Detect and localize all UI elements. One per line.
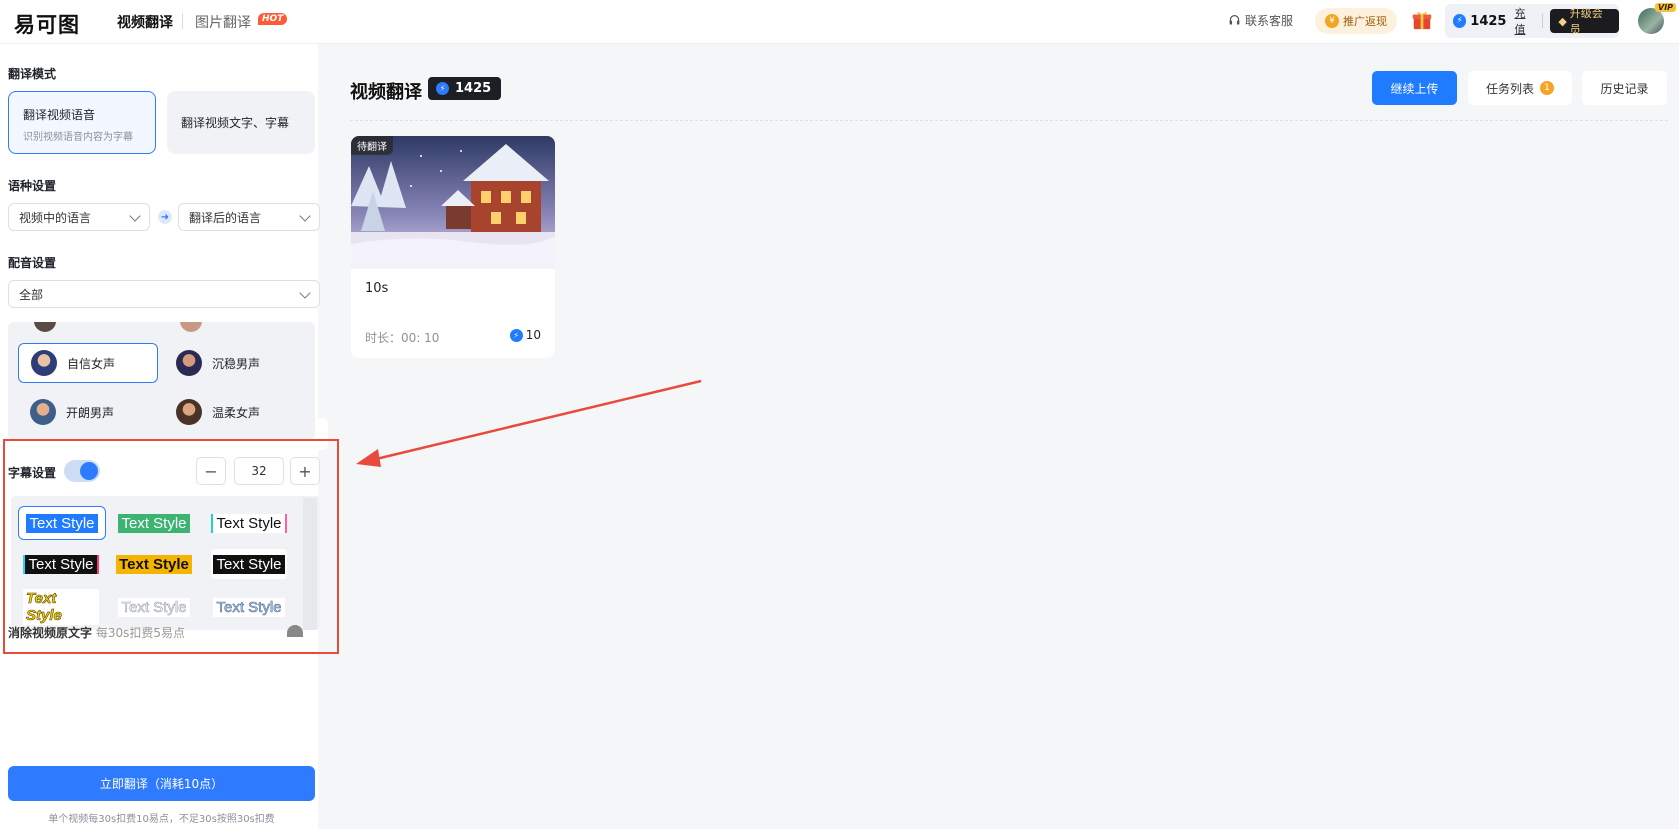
points-value: 1425 <box>1470 13 1507 29</box>
promo-button[interactable]: ¥ 推广返现 <box>1315 8 1397 34</box>
video-cost-value: 10 <box>525 328 541 342</box>
annotation-highlight-box <box>3 439 339 654</box>
voice-name: 沉稳男声 <box>212 356 261 371</box>
nav-video-translate[interactable]: 视频翻译 <box>117 12 173 32</box>
lightning-icon: ⚡ <box>1453 14 1467 28</box>
dubbing-section-title: 配音设置 <box>8 256 57 270</box>
billing-note: 单个视频每30s扣费10易点，不足30s按照30s扣费 <box>48 814 275 825</box>
voice-avatar <box>176 350 202 376</box>
diamond-icon: ◆ <box>1558 14 1567 28</box>
voice-name: 开朗男声 <box>66 405 115 420</box>
translate-now-button[interactable]: 立即翻译（消耗10点） <box>8 766 315 801</box>
mode-title: 翻译视频语音 <box>23 108 96 122</box>
continue-upload-button[interactable]: 继续上传 <box>1372 71 1457 105</box>
support-link[interactable]: 联系客服 <box>1228 12 1293 29</box>
chevron-down-icon <box>129 210 141 222</box>
arrow-right-icon: ➜ <box>158 210 172 224</box>
mode-section-title: 翻译模式 <box>8 67 57 81</box>
voice-option[interactable]: 沉稳男声 <box>164 343 304 383</box>
hot-badge: HOT <box>258 13 288 25</box>
voice-option[interactable]: 开朗男声 <box>18 392 158 432</box>
video-duration: 时长：00: 10 <box>365 331 440 345</box>
task-count-badge: 1 <box>1540 81 1554 95</box>
upgrade-label: 升级会员 <box>1569 7 1603 36</box>
target-language-value: 翻译后的语言 <box>189 210 262 225</box>
nav-divider <box>182 13 183 29</box>
voice-filter-select[interactable]: 全部 <box>8 280 320 308</box>
app-logo[interactable]: 易可图 <box>14 9 80 39</box>
voice-avatar <box>31 350 57 376</box>
points-pill-value: 1425 <box>455 81 492 96</box>
page-title: 视频翻译 <box>350 82 422 103</box>
target-language-select[interactable]: 翻译后的语言 <box>178 203 320 231</box>
wallet-divider <box>1542 14 1544 28</box>
recharge-link[interactable]: 充值 <box>1514 5 1535 37</box>
vip-tag: VIP <box>1655 3 1677 12</box>
voice-filter-value: 全部 <box>19 287 44 302</box>
history-button[interactable]: 历史记录 <box>1582 71 1667 105</box>
top-bar: 易可图 视频翻译 图片翻译 HOT 联系客服 ¥ 推广返现 ⚡ 1425 充值 … <box>0 0 1679 44</box>
voice-avatar <box>180 322 202 332</box>
nav-image-translate[interactable]: 图片翻译 <box>195 12 251 32</box>
source-language-value: 视频中的语言 <box>19 210 92 225</box>
status-badge: 待翻译 <box>351 136 393 155</box>
voice-list[interactable]: 自信女声 沉稳男声 开朗男声 温柔女声 <box>8 322 315 440</box>
source-language-select[interactable]: 视频中的语言 <box>8 203 150 231</box>
voice-name: 温柔女声 <box>212 405 261 420</box>
support-label: 联系客服 <box>1245 14 1294 28</box>
points-wallet: ⚡ 1425 充值 ◆ 升级会员 <box>1445 4 1619 38</box>
voice-avatar <box>34 322 56 332</box>
mode-translate-text[interactable]: 翻译视频文字、字幕 <box>167 91 315 154</box>
points-pill: ⚡ 1425 <box>428 77 502 100</box>
mode-title: 翻译视频文字、字幕 <box>181 116 290 130</box>
mode-translate-speech[interactable]: 翻译视频语音 识别视频语音内容为字幕 <box>8 91 156 154</box>
chevron-down-icon <box>299 287 311 299</box>
lightning-icon: ⚡ <box>509 328 523 342</box>
chevron-down-icon <box>299 210 311 222</box>
promo-label: 推广返现 <box>1343 15 1387 28</box>
video-thumbnail[interactable] <box>351 136 555 269</box>
gift-icon[interactable] <box>1411 9 1433 31</box>
voice-option[interactable]: 温柔女声 <box>164 392 304 432</box>
voice-avatar <box>176 399 202 425</box>
upgrade-member-button[interactable]: ◆ 升级会员 <box>1550 7 1619 36</box>
language-section-title: 语种设置 <box>8 179 57 193</box>
lightning-icon: ⚡ <box>436 82 449 95</box>
coin-icon: ¥ <box>1325 14 1339 28</box>
voice-option[interactable]: 自信女声 <box>18 343 158 383</box>
task-list-button[interactable]: 任务列表 1 <box>1468 71 1572 105</box>
task-list-label: 任务列表 <box>1485 81 1534 96</box>
headset-icon <box>1229 15 1240 25</box>
video-name: 10s <box>365 281 389 296</box>
voice-avatar <box>30 399 56 425</box>
video-card[interactable]: 待翻译 10s 时长：00: 10 ⚡ 10 <box>351 136 555 358</box>
voice-name: 自信女声 <box>67 356 116 371</box>
header-divider <box>350 120 1668 121</box>
video-cost: ⚡ 10 <box>509 328 541 342</box>
mode-desc: 识别视频语音内容为字幕 <box>23 132 133 143</box>
